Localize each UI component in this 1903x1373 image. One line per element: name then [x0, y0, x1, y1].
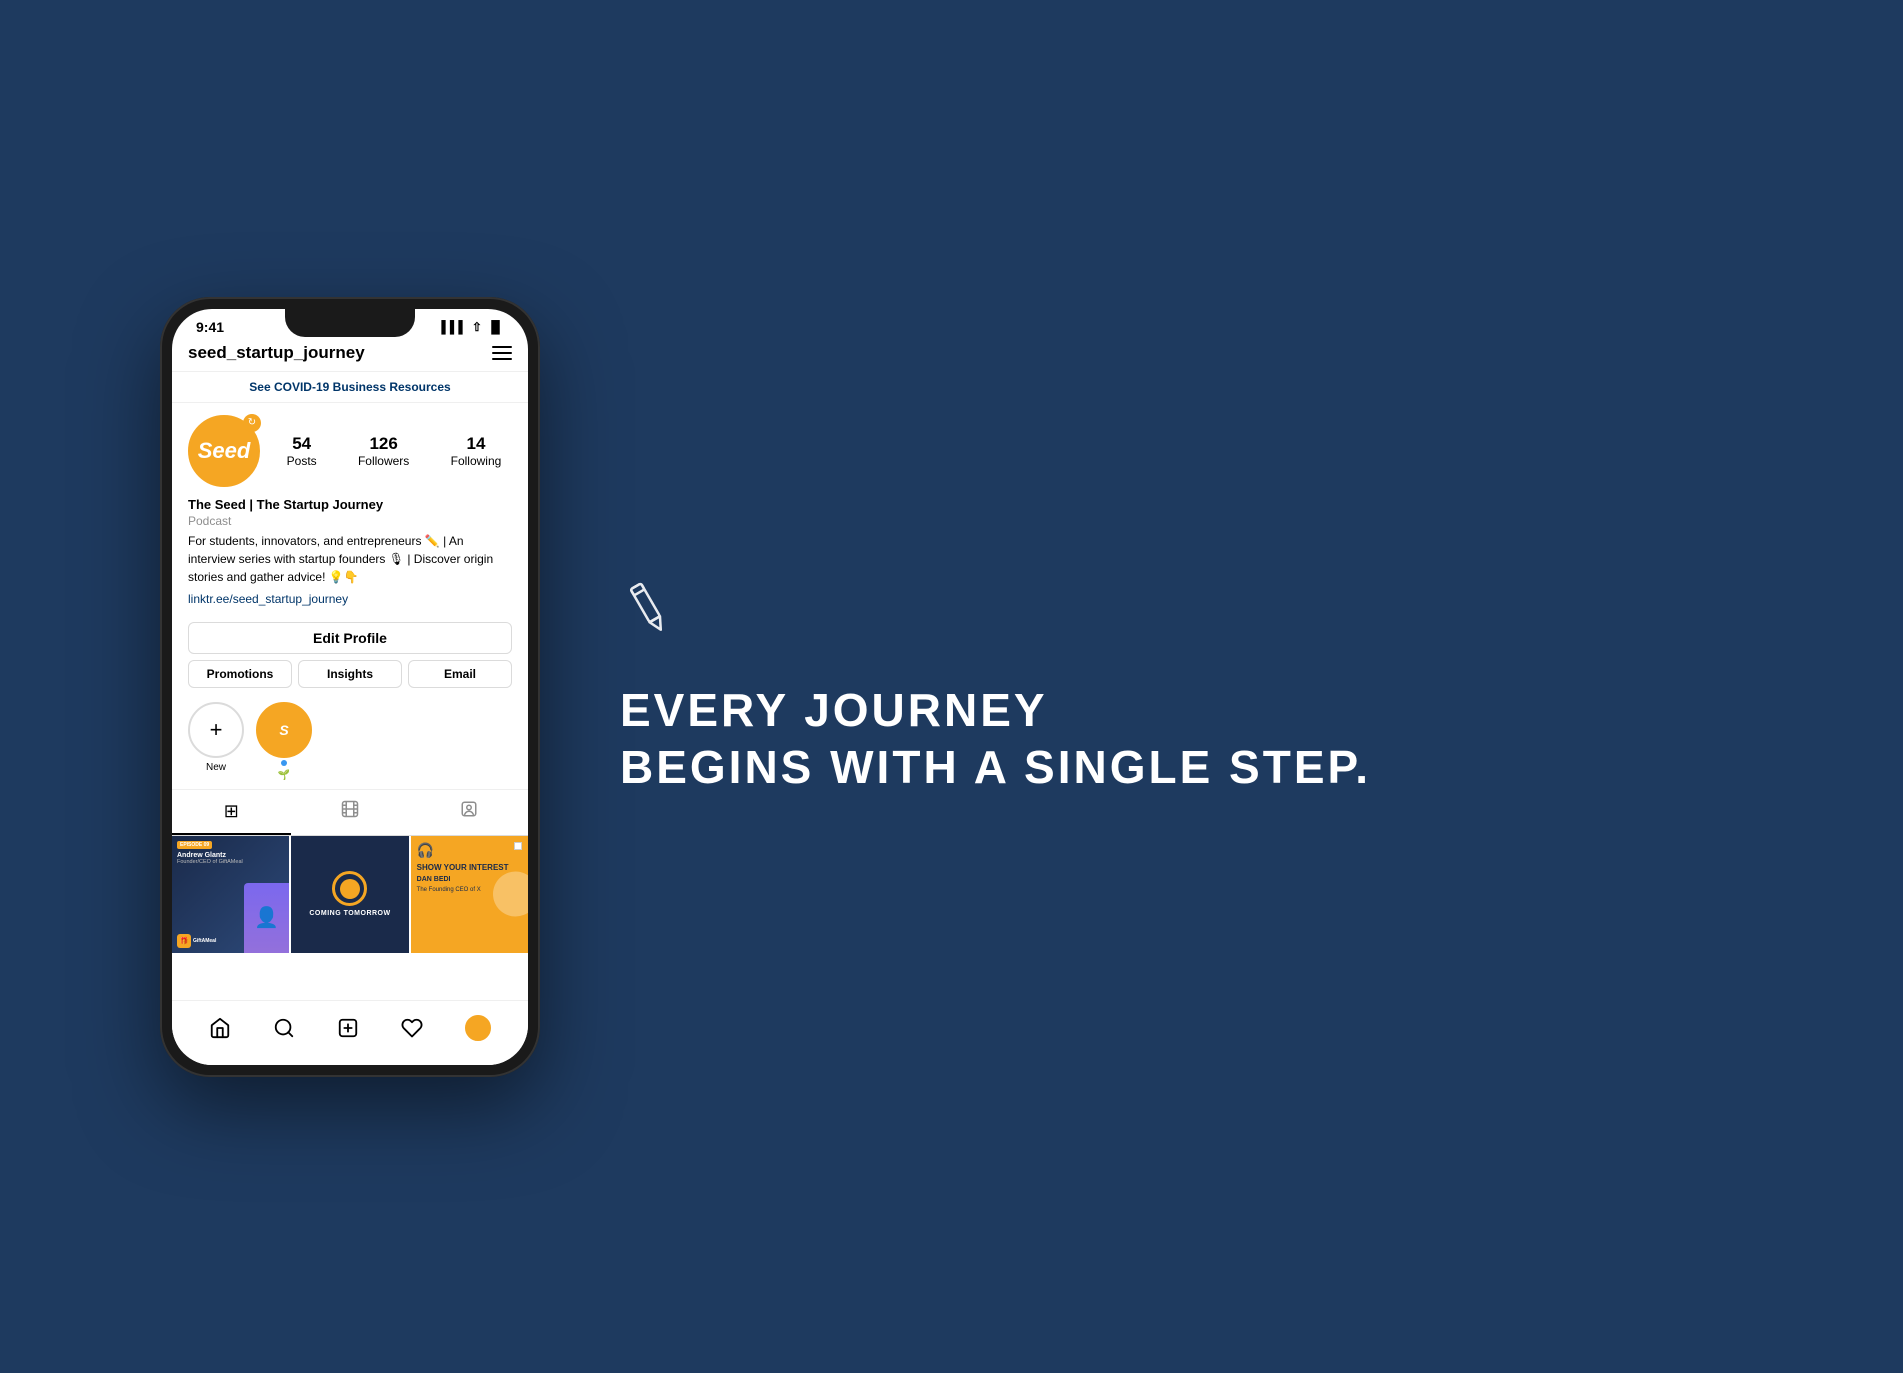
headphones-icon: 🎧 [417, 842, 434, 859]
tab-grid[interactable]: ⊞ [172, 790, 291, 835]
grid-icon: ⊞ [224, 801, 239, 822]
orange-decorative-circle [493, 872, 528, 917]
heart-icon [401, 1017, 423, 1039]
nav-add[interactable] [333, 1013, 363, 1043]
nav-heart[interactable] [397, 1013, 427, 1043]
wifi-icon: ⇧ [472, 320, 482, 334]
battery-icon: ▐▌ [487, 320, 504, 334]
profile-section: Seed ↻ 54 Posts 126 Followers [172, 403, 528, 616]
bottom-nav [172, 1000, 528, 1065]
signal-icon: ▌▌▌ [441, 320, 467, 334]
profile-link[interactable]: linktr.ee/seed_startup_journey [188, 592, 348, 606]
tagged-icon [460, 800, 478, 823]
following-label: Following [451, 454, 502, 468]
following-count: 14 [451, 434, 502, 454]
andrew-title: Founder/CEO of GiftAMeal [177, 859, 284, 865]
profile-name: The Seed | The Startup Journey [188, 497, 512, 512]
story-fill-text: S [279, 722, 288, 738]
edit-profile-button[interactable]: Edit Profile [188, 622, 512, 654]
insights-button[interactable]: Insights [298, 660, 402, 688]
show-interest-text: SHOW YOUR INTEREST [417, 863, 509, 873]
story-dot [281, 760, 287, 766]
ig-username: seed_startup_journey [188, 343, 365, 363]
dan-bedi-title: The Founding CEO of X [417, 887, 481, 893]
story-new-label: New [206, 762, 226, 773]
add-icon [337, 1017, 359, 1039]
phone-notch [285, 309, 415, 337]
pencil-icon [620, 577, 680, 637]
email-button[interactable]: Email [408, 660, 512, 688]
tagline-line2: BEGINS WITH A SINGLE STEP. [620, 739, 1371, 797]
nav-avatar [465, 1015, 491, 1041]
coming-text: COMING TOMORROW [309, 910, 390, 917]
right-side: EVERY JOURNEY BEGINS WITH A SINGLE STEP. [540, 577, 1783, 797]
tagline: EVERY JOURNEY BEGINS WITH A SINGLE STEP. [620, 682, 1371, 797]
phone-screen: 9:41 ▌▌▌ ⇧ ▐▌ seed_startup_journey [172, 309, 528, 1065]
post-andrew[interactable]: EPISODE 09 Andrew Glantz Founder/CEO of … [172, 836, 289, 953]
story-circle-1[interactable]: S [256, 702, 312, 758]
phone-shell: 9:41 ▌▌▌ ⇧ ▐▌ seed_startup_journey [160, 297, 540, 1077]
home-icon [209, 1017, 231, 1039]
btn-row: Promotions Insights Email [188, 660, 512, 688]
promotions-button[interactable]: Promotions [188, 660, 292, 688]
avatar-text: Seed [198, 438, 251, 464]
hamburger-line-1 [492, 346, 512, 348]
posts-count: 54 [287, 434, 317, 454]
profile-top: Seed ↻ 54 Posts 126 Followers [188, 415, 512, 487]
story-fill: S [258, 704, 310, 756]
dan-bedi-name: DAN BEDI [417, 876, 451, 883]
nav-home[interactable] [205, 1013, 235, 1043]
stats-row: 54 Posts 126 Followers 14 Following [276, 434, 512, 468]
profile-avatar[interactable]: Seed ↻ [188, 415, 260, 487]
coming-circle-inner [340, 879, 360, 899]
person-silhouette: 👤 [244, 883, 289, 953]
phone-wrapper: 9:41 ▌▌▌ ⇧ ▐▌ seed_startup_journey [160, 297, 540, 1077]
avatar-arrow-icon: ↻ [243, 414, 261, 432]
posts-label: Posts [287, 454, 317, 468]
followers-label: Followers [358, 454, 409, 468]
giftameal-logo: 🎁 GiftAMeal [177, 934, 216, 948]
status-icons: ▌▌▌ ⇧ ▐▌ [441, 320, 504, 334]
story-add-icon: + [210, 717, 223, 743]
content-tabs: ⊞ [172, 790, 528, 836]
hamburger-line-3 [492, 358, 512, 360]
multi-post-indicator [514, 842, 522, 850]
stat-followers[interactable]: 126 Followers [358, 434, 409, 468]
tab-reels[interactable] [291, 790, 410, 835]
andrew-name: Andrew Glantz [177, 852, 284, 859]
action-buttons: Edit Profile Promotions Insights Email [172, 616, 528, 694]
reels-icon [341, 800, 359, 823]
profile-bio: For students, innovators, and entreprene… [188, 532, 512, 586]
coming-circle [332, 871, 367, 906]
ig-header: seed_startup_journey [172, 339, 528, 372]
followers-count: 126 [358, 434, 409, 454]
covid-banner[interactable]: See COVID-19 Business Resources [172, 372, 528, 403]
covid-link[interactable]: See COVID-19 Business Resources [249, 380, 450, 394]
nav-search[interactable] [269, 1013, 299, 1043]
post-coming[interactable]: COMING TOMORROW [291, 836, 408, 953]
hamburger-line-2 [492, 352, 512, 354]
story-item-new[interactable]: + New [188, 702, 244, 781]
stat-following[interactable]: 14 Following [451, 434, 502, 468]
tab-tagged[interactable] [409, 790, 528, 835]
tagline-line1: EVERY JOURNEY [620, 682, 1371, 740]
hamburger-menu[interactable] [492, 346, 512, 360]
story-item-1[interactable]: S 🌱 [256, 702, 312, 781]
nav-profile[interactable] [461, 1011, 495, 1045]
profile-category: Podcast [188, 514, 512, 528]
search-icon [273, 1017, 295, 1039]
story-icon-label: 🌱 [278, 770, 290, 781]
episode-badge: EPISODE 09 [177, 841, 212, 849]
stories-row: + New S 🌱 [172, 694, 528, 790]
post-interest[interactable]: 🎧 SHOW YOUR INTEREST DAN BEDI The Foundi… [411, 836, 528, 953]
pencil-icon-wrapper [620, 577, 680, 642]
page-container: 9:41 ▌▌▌ ⇧ ▐▌ seed_startup_journey [0, 0, 1903, 1373]
status-time: 9:41 [196, 319, 224, 335]
story-add-circle[interactable]: + [188, 702, 244, 758]
stat-posts[interactable]: 54 Posts [287, 434, 317, 468]
posts-grid: EPISODE 09 Andrew Glantz Founder/CEO of … [172, 836, 528, 953]
